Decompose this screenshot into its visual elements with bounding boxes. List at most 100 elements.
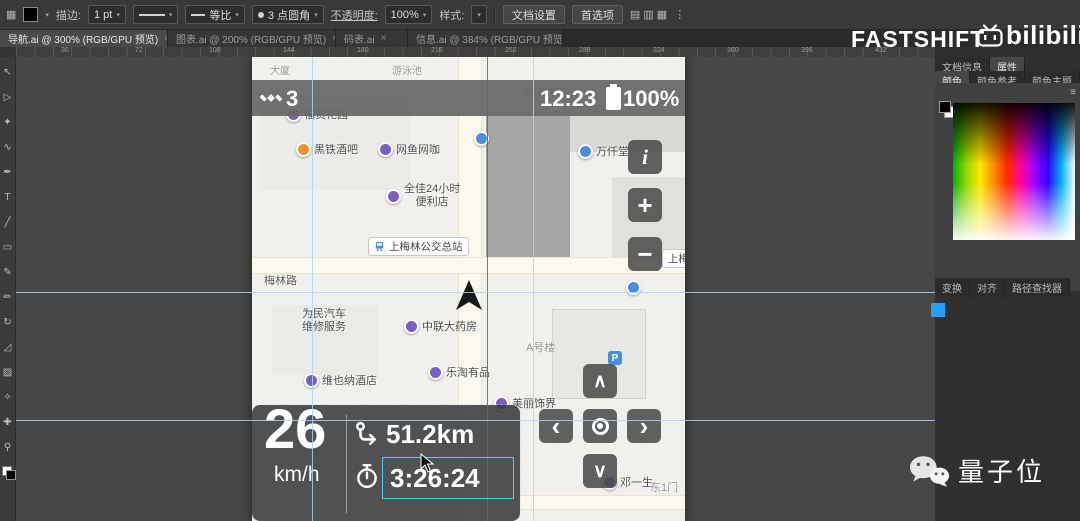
panel-menu-icon[interactable]: ≡ [1070, 87, 1076, 98]
tool-palette: ↖ ▷ ✦ ∿ ✒ T ╱ ▭ ✎ ✏ ↻ ◿ ▨ ✧ ✚ ⚲ [0, 57, 16, 521]
map-label: 乐淘有品 [428, 364, 490, 380]
parking-icon: P [608, 351, 622, 365]
eyedropper-tool[interactable]: ✧ [0, 385, 16, 410]
rotate-tool[interactable]: ↻ [0, 310, 16, 335]
preferences-button[interactable]: 首选项 [572, 5, 623, 24]
opacity-value: 100% [391, 9, 419, 21]
ruler-number: 144 [283, 47, 295, 54]
stroke-width-value: 1 pt [94, 9, 112, 21]
magic-wand-tool[interactable]: ✦ [0, 110, 16, 135]
stroke-line-icon [139, 14, 165, 16]
tab-title: 图表.ai @ 200% (RGB/GPU 预览) [176, 31, 326, 46]
guide-horizontal[interactable] [16, 420, 935, 421]
map-label: A号楼 [526, 339, 555, 355]
guide-vertical-red[interactable] [487, 57, 488, 521]
profile-value: 等比 [209, 7, 231, 23]
mouse-cursor-icon [420, 453, 434, 473]
stroke-style-dropdown[interactable]: ▾ [133, 5, 179, 24]
channel-name: 量子位 [958, 452, 1045, 489]
ruler-number: 396 [801, 47, 813, 54]
bus-icon [374, 241, 385, 252]
brush-definition-dropdown[interactable]: 3 点圆角▾ [252, 5, 324, 24]
dpad-up-button[interactable]: ∧ [583, 364, 617, 398]
color-spectrum[interactable] [953, 103, 1075, 240]
app-grid-icon[interactable]: ▦ [6, 8, 16, 21]
tab-align[interactable]: 对齐 [970, 278, 1005, 297]
guide-horizontal[interactable] [16, 292, 935, 293]
map-label: 维也纳酒店 [304, 372, 377, 388]
canvas[interactable]: 大厦 游泳池 FLAMEI 福贸花园 黑铁酒吧 网鱼网咖 万仟堂 全佳24小时便… [16, 57, 935, 521]
dpad-right-button[interactable]: › [627, 409, 661, 443]
dpad-down-button[interactable]: ∨ [583, 454, 617, 488]
close-icon[interactable]: × [381, 33, 387, 44]
map-label: 中联大药房 [404, 318, 477, 334]
ruler-number: 180 [357, 47, 369, 54]
scale-tool[interactable]: ◿ [0, 335, 16, 360]
map-label: 黑铁酒吧 [296, 141, 358, 157]
profile-line-icon [191, 14, 205, 16]
map-label: 全佳24小时便利店 [386, 183, 460, 209]
selection-outline [382, 457, 514, 499]
map-label-road-name: 梅林路 [264, 272, 297, 288]
pen-tool[interactable]: ✒ [0, 160, 16, 185]
lasso-tool[interactable]: ∿ [0, 135, 16, 160]
fill-stroke-widget[interactable] [2, 466, 14, 478]
rectangle-tool[interactable]: ▭ [0, 235, 16, 260]
paintbrush-tool[interactable]: ✎ [0, 260, 16, 285]
tab-xinxi[interactable]: 信息.ai @ 384% (RGB/GPU 预览) × [408, 30, 563, 47]
bilibili-tv-icon [977, 24, 1003, 48]
line-segment-tool[interactable]: ╱ [0, 210, 16, 235]
poi-pin-icon [578, 144, 593, 159]
navigation-arrow-icon [454, 279, 484, 313]
poi-pin-icon [386, 189, 401, 204]
bilibili-wordmark: bilibili [1006, 22, 1080, 48]
ruler-number: 36 [61, 47, 69, 54]
guide-vertical[interactable] [312, 57, 313, 521]
pencil-tool[interactable]: ✏ [0, 285, 16, 310]
ruler-number: 252 [505, 47, 517, 54]
tab-transform[interactable]: 变换 [935, 278, 970, 297]
ruler-number: 108 [209, 47, 221, 54]
more-options-icon[interactable]: ⋮ [674, 8, 685, 21]
tab-daohang[interactable]: 导航.ai @ 300% (RGB/GPU 预览) × [0, 30, 168, 47]
ruler-number: 324 [653, 47, 665, 54]
color-panel: ≡ [935, 83, 1080, 291]
tab-tubiao[interactable]: 图表.ai @ 200% (RGB/GPU 预览) × [168, 30, 336, 47]
fastshift-watermark: FASTSHIFT [851, 26, 985, 53]
tab-pathfinder[interactable]: 路径查找器 [1005, 278, 1070, 297]
tab-mabiao[interactable]: 码表.ai × [336, 30, 408, 47]
align-icons[interactable]: ▤ ▥ ▦ [630, 8, 667, 21]
map-label-bus-station: 上梅林公交总站 [368, 237, 469, 256]
style-dropdown[interactable]: ▾ [471, 5, 487, 24]
poi-pin-icon [404, 319, 419, 334]
trip-distance: 51.2km [386, 419, 474, 450]
zoom-out-button[interactable]: − [628, 237, 662, 271]
poi-pin-icon [428, 365, 443, 380]
divider [346, 415, 347, 513]
direct-selection-tool[interactable]: ▷ [0, 85, 16, 110]
guide-vertical[interactable] [533, 57, 534, 521]
fill-proxy-swatch[interactable] [939, 101, 951, 113]
satellite-count: 3 [286, 86, 298, 112]
hand-tool[interactable]: ✚ [0, 410, 16, 435]
map-label: 网鱼网咖 [378, 141, 440, 157]
brush-value: 3 点圆角 [268, 7, 310, 23]
panel-column: 文档信息 属性 颜色 颜色参考 颜色主题 ≡ 变换 对齐 路径查找器 [935, 47, 1080, 521]
info-button[interactable]: i [628, 140, 662, 174]
selection-tool[interactable]: ↖ [0, 60, 16, 85]
fill-color-swatch[interactable] [23, 7, 38, 22]
dpad-left-button[interactable]: ‹ [539, 409, 573, 443]
width-profile-dropdown[interactable]: 等比▾ [185, 5, 245, 24]
opacity-dropdown[interactable]: 100%▾ [385, 5, 433, 24]
phone-status-bar: 3 12:23 100% [252, 80, 685, 116]
gradient-tool[interactable]: ▨ [0, 360, 16, 385]
zoom-in-button[interactable]: + [628, 188, 662, 222]
zoom-tool[interactable]: ⚲ [0, 435, 16, 460]
dpad-center-button[interactable] [583, 409, 617, 443]
style-label: 样式: [439, 7, 464, 23]
chevron-down-icon: ▾ [45, 11, 49, 19]
type-tool[interactable]: T [0, 185, 16, 210]
stroke-width-dropdown[interactable]: 1 pt▾ [88, 5, 126, 24]
opacity-label[interactable]: 不透明度: [331, 7, 378, 23]
document-setup-button[interactable]: 文档设置 [503, 5, 565, 24]
